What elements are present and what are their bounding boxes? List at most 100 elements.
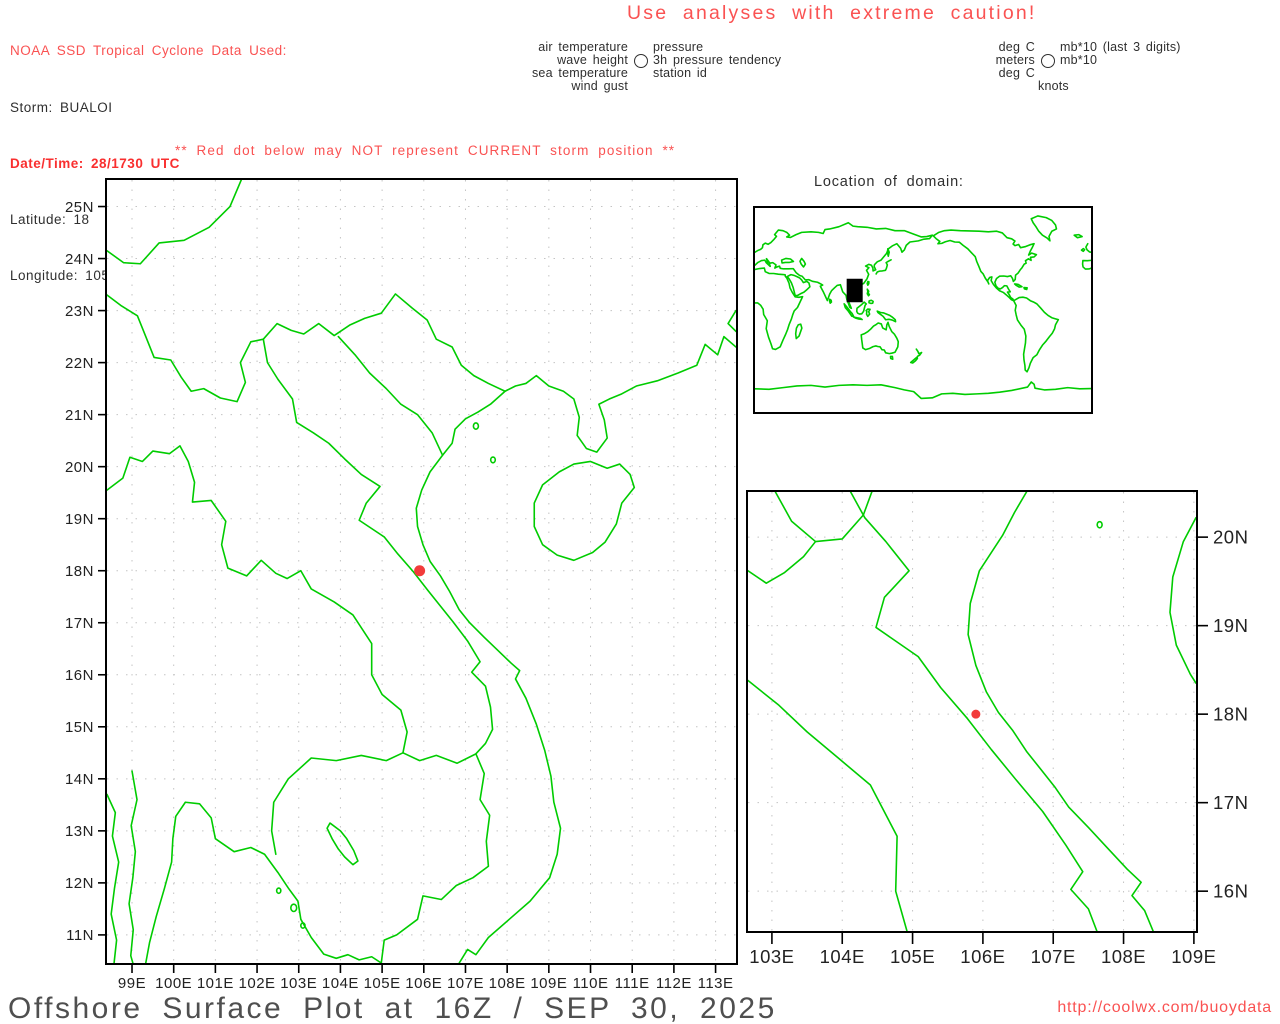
legend-variables: air temperature wave height sea temperatur… — [440, 41, 781, 93]
legend-units-right-column: mb*10 (last 3 digits) mb*10 knots — [1038, 40, 1181, 93]
legend-variables-left-column: air temperature wave height sea temperatur… — [440, 41, 628, 93]
border-laos-loop-zoom — [775, 492, 871, 542]
lat-axis-label: 16N — [1213, 881, 1248, 902]
lon-axis-label: 104E — [820, 946, 865, 967]
lon-axis-label: 108E — [1101, 946, 1146, 967]
legend-line: meters — [995, 52, 1035, 67]
legend-units-left-column: deg Cmeters deg C — [945, 41, 1035, 80]
caspian-sea — [800, 258, 805, 267]
coastline-sri-lanka — [830, 299, 832, 303]
coastline-iberia — [1083, 260, 1091, 269]
station-circle-icon — [1041, 54, 1055, 68]
lat-axis-label: 12N — [65, 875, 94, 892]
lat-axis-label: 19N — [65, 511, 94, 528]
legend-line: deg C — [998, 40, 1035, 54]
coolwx-url: http://coolwx.com/buoydata — [1057, 999, 1272, 1016]
island-gulf-small-2 — [277, 888, 281, 893]
coastline-south-america — [1014, 297, 1059, 372]
caution-headline: Use analyses with extreme caution! — [627, 2, 1037, 24]
coastline-luzon — [867, 289, 869, 296]
coastline-borneo — [857, 302, 867, 314]
coastline-ireland — [1081, 249, 1084, 252]
island-bach-long-vi — [1097, 522, 1102, 528]
lat-axis-label: 18N — [1213, 704, 1248, 725]
coastline-iceland — [1074, 235, 1082, 238]
border-mekong-zoom — [748, 681, 907, 931]
noaa-data-line: NOAA SSD Tropical Cyclone Data Used: — [10, 43, 287, 59]
units-line: mb*10 (last 3 digits) — [1060, 40, 1181, 54]
border-vietnam-laos-zoom — [851, 492, 1097, 931]
legend-line: sea temperature — [531, 65, 628, 80]
lat-axis-label: 17N — [1213, 792, 1248, 813]
coastline-hainan-west-zoom — [1170, 518, 1196, 684]
lat-axis-label: 20N — [65, 459, 94, 476]
coastline-australia — [861, 322, 898, 353]
lat-axis-label: 17N — [65, 615, 94, 632]
storm-position-warning: ** Red dot below may NOT represent CURRE… — [175, 143, 676, 158]
coastline-new-guinea — [877, 311, 895, 322]
world-inset-map — [753, 206, 1093, 414]
coastline-madagascar — [796, 324, 802, 338]
coastline-north-america — [933, 230, 1036, 301]
lon-axis-label: 109E — [530, 975, 567, 992]
legend-line: deg C — [998, 65, 1035, 80]
plot-title: Offshore Surface Plot at 16Z / SEP 30, 2… — [8, 992, 777, 1024]
coastline-taiwan — [867, 281, 869, 285]
island-gulf-small-1 — [301, 923, 305, 928]
lon-axis-label: 103E — [749, 946, 794, 967]
coastline-myanmar-peninsula — [107, 794, 119, 963]
coastline-uk — [1086, 244, 1091, 253]
coastline-tasmania — [891, 356, 893, 359]
legend-variables-right-column: pressure 3h pressure tendency station id — [653, 41, 781, 80]
border-mekong-laos-thailand — [107, 446, 407, 854]
lat-axis-label: 21N — [65, 407, 94, 424]
coastline-cuba — [1015, 284, 1022, 287]
lon-axis-label: 102E — [239, 975, 276, 992]
offshore-surface-plot-page: NOAA SSD Tropical Cyclone Data Used: Sto… — [0, 0, 1280, 1024]
border-vietnam-laos-cambodia — [263, 339, 492, 963]
lon-axis-label: 106E — [405, 975, 442, 992]
legend-line: wave height — [557, 52, 628, 67]
lon-axis-label: 103E — [280, 975, 317, 992]
border-thailand-myanmar — [129, 771, 137, 963]
lon-axis-label: 106E — [960, 946, 1005, 967]
lon-axis-label: 101E — [197, 975, 234, 992]
coastline-arabia — [787, 275, 810, 296]
legend-line: air temperature — [538, 40, 628, 54]
units-line: mb*10 — [1060, 52, 1098, 67]
lat-axis-label: 19N — [1213, 615, 1248, 636]
coastline-eurasia — [755, 223, 932, 309]
domain-inset-title: Location of domain: — [814, 174, 964, 190]
coastline-new-zealand-north — [916, 349, 921, 356]
coastline-new-zealand-south — [911, 357, 918, 363]
units-line — [1060, 67, 1181, 80]
red-river-line — [338, 337, 442, 456]
lat-axis-label: 13N — [65, 823, 94, 840]
zoom-map — [746, 490, 1198, 933]
legend-line: wind gust — [571, 78, 628, 93]
black-sea — [782, 258, 794, 263]
coastline-antarctica — [755, 382, 1091, 398]
domain-location-box — [848, 280, 862, 301]
coastline-vietnam-zoom — [968, 492, 1153, 931]
zoom-map-coastlines — [748, 492, 1196, 931]
lon-axis-label: 107E — [1031, 946, 1076, 967]
lon-axis-label: 107E — [447, 975, 484, 992]
legend-line: pressure — [653, 40, 704, 54]
coastline-china-vietnam — [416, 337, 736, 963]
coastline-hainan — [534, 461, 634, 560]
lon-axis-label: 100E — [155, 975, 192, 992]
coastline-hispaniola — [1024, 288, 1027, 290]
lat-axis-label: 15N — [65, 719, 94, 736]
lon-axis-label: 109E — [1171, 946, 1216, 967]
border-laos-cambodia — [403, 753, 476, 763]
coastline-sakhalin — [888, 249, 890, 256]
lon-axis-label: 105E — [890, 946, 935, 967]
lat-axis-label: 18N — [65, 563, 94, 580]
island-bach-long-vi — [491, 457, 496, 463]
lat-axis-label: 20N — [1213, 527, 1248, 548]
lon-axis-label: 104E — [322, 975, 359, 992]
station-circle-icon — [634, 54, 648, 68]
lon-axis-label: 108E — [489, 975, 526, 992]
legend-line: station id — [653, 65, 708, 80]
